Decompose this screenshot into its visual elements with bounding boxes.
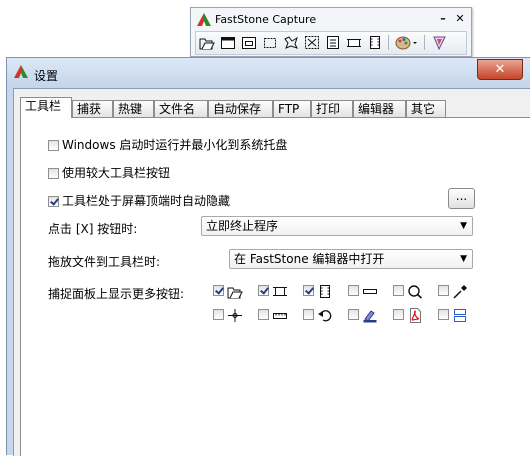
dialog-close-button[interactable]: ✕ bbox=[477, 59, 523, 80]
undo-arrow-icon bbox=[318, 310, 332, 322]
chevron-down-icon: ▼ bbox=[460, 254, 467, 264]
capture-object-icon[interactable] bbox=[240, 34, 258, 51]
toolbar-settings-panel: Windows 启动时运行并最小化到系统托盘 使用较大工具栏按钮 工具栏处于屏幕… bbox=[20, 117, 530, 456]
crosshair-checkbox[interactable] bbox=[213, 309, 224, 320]
close-click-select[interactable]: 立即终止程序 ▼ bbox=[201, 216, 473, 236]
chevron-down-icon: ▼ bbox=[460, 221, 467, 231]
tab-toolbar[interactable]: 工具栏 bbox=[20, 97, 72, 118]
capture-tools bbox=[195, 31, 467, 55]
panel-button-ruler[interactable] bbox=[258, 308, 288, 324]
panel-button-film[interactable] bbox=[303, 284, 333, 300]
faststone-logo-icon bbox=[197, 13, 211, 29]
fixed-rectangle-checkbox[interactable] bbox=[348, 285, 359, 296]
image-editor-icon bbox=[363, 310, 377, 323]
magnifier-icon bbox=[408, 285, 423, 299]
toolbar-minimize-button[interactable]: – bbox=[435, 11, 451, 27]
crosshair-icon bbox=[228, 309, 242, 322]
pdf-icon bbox=[410, 308, 421, 323]
startup-checkbox[interactable] bbox=[48, 140, 59, 151]
close-click-label: 点击 [X] 按钮时: bbox=[48, 222, 138, 236]
larger-buttons-label: 使用较大工具栏按钮 bbox=[62, 166, 171, 180]
capture-region-icon bbox=[273, 287, 287, 296]
ruler-icon bbox=[273, 313, 287, 319]
toolbar-close-button[interactable]: ✕ bbox=[452, 11, 468, 27]
screen-recorder-icon[interactable] bbox=[366, 34, 384, 51]
tab-filename[interactable]: 文件名 bbox=[154, 100, 208, 117]
fixed-rectangle-icon bbox=[363, 289, 377, 294]
capture-region-icon[interactable] bbox=[261, 34, 279, 51]
capture-freehand-icon[interactable] bbox=[282, 34, 300, 51]
tab-hotkeys[interactable]: 热键 bbox=[113, 100, 154, 117]
open-checkbox[interactable] bbox=[213, 285, 224, 296]
output-palette-icon[interactable] bbox=[394, 34, 420, 51]
ruler-checkbox[interactable] bbox=[258, 309, 269, 320]
auto-hide-option[interactable]: 工具栏处于屏幕顶端时自动隐藏 bbox=[48, 192, 230, 209]
close-click-value: 立即终止程序 bbox=[206, 219, 279, 233]
open-icon[interactable] bbox=[198, 34, 216, 51]
dialog-title-bar[interactable]: 设置 ✕ bbox=[7, 58, 530, 88]
toolbar-title: FastStone Capture bbox=[215, 13, 317, 26]
panel-button-fixed-rectangle[interactable] bbox=[348, 284, 378, 300]
film-strip-icon bbox=[320, 285, 330, 298]
layout-checkbox[interactable] bbox=[438, 309, 449, 320]
more-buttons-label: 捕捉面板上显示更多按钮: bbox=[48, 287, 185, 301]
panel-button-open[interactable] bbox=[213, 284, 243, 300]
panel-button-magnifier[interactable] bbox=[393, 284, 423, 300]
drag-file-label: 拖放文件到工具栏时: bbox=[48, 255, 161, 269]
region-checkbox[interactable] bbox=[258, 285, 269, 296]
layout-icon bbox=[454, 309, 466, 322]
tab-capture[interactable]: 捕获 bbox=[72, 100, 113, 117]
capture-scrolling-icon[interactable] bbox=[324, 34, 342, 51]
drag-file-value: 在 FastStone 编辑器中打开 bbox=[234, 252, 385, 266]
panel-button-color-picker[interactable] bbox=[438, 284, 468, 300]
auto-hide-label: 工具栏处于屏幕顶端时自动隐藏 bbox=[62, 194, 231, 208]
tab-other[interactable]: 其它 bbox=[406, 100, 446, 117]
panel-button-region[interactable] bbox=[258, 284, 288, 300]
settings-dialog: 设置 ✕ 工具栏 捕获 热键 文件名 自动保存 FTP 打印 编辑器 其它 Wi… bbox=[6, 57, 530, 456]
color-picker-checkbox[interactable] bbox=[438, 285, 449, 296]
tab-editor[interactable]: 编辑器 bbox=[353, 100, 406, 117]
toolbar-separator bbox=[388, 35, 389, 50]
larger-buttons-option[interactable]: 使用较大工具栏按钮 bbox=[48, 164, 170, 181]
panel-button-crosshair[interactable] bbox=[213, 308, 243, 324]
startup-label: Windows 启动时运行并最小化到系统托盘 bbox=[62, 138, 288, 152]
pdf-checkbox[interactable] bbox=[393, 309, 404, 320]
faststone-logo-icon bbox=[14, 65, 28, 81]
magnifier-checkbox[interactable] bbox=[393, 285, 404, 296]
panel-button-image-editor[interactable] bbox=[348, 308, 378, 324]
capture-fixed-region-icon[interactable] bbox=[345, 34, 363, 51]
open-icon bbox=[227, 287, 243, 299]
auto-hide-checkbox[interactable] bbox=[48, 196, 59, 207]
image-editor-checkbox[interactable] bbox=[348, 309, 359, 320]
panel-button-pdf[interactable] bbox=[393, 308, 423, 324]
film-checkbox[interactable] bbox=[303, 285, 314, 296]
tab-autosave[interactable]: 自动保存 bbox=[208, 100, 273, 117]
dialog-title: 设置 bbox=[34, 69, 59, 83]
dialog-body: 工具栏 捕获 热键 文件名 自动保存 FTP 打印 编辑器 其它 Windows… bbox=[13, 88, 530, 456]
tab-print[interactable]: 打印 bbox=[311, 100, 353, 117]
toolbar-separator bbox=[424, 35, 425, 50]
settings-menu-icon[interactable] bbox=[430, 34, 448, 51]
capture-window-icon[interactable] bbox=[219, 34, 237, 51]
panel-button-undo[interactable] bbox=[303, 308, 333, 324]
color-picker-icon bbox=[453, 285, 467, 299]
tab-ftp[interactable]: FTP bbox=[273, 100, 311, 117]
faststone-toolbar-window: FastStone Capture – ✕ bbox=[190, 7, 472, 57]
toolbar-title-bar[interactable]: FastStone Capture – ✕ bbox=[195, 10, 467, 28]
panel-button-layout[interactable] bbox=[438, 308, 468, 324]
capture-fullscreen-icon[interactable] bbox=[303, 34, 321, 51]
drag-file-select[interactable]: 在 FastStone 编辑器中打开 ▼ bbox=[229, 249, 473, 269]
larger-buttons-checkbox[interactable] bbox=[48, 168, 59, 179]
auto-hide-options-button[interactable]: ... bbox=[448, 188, 475, 209]
undo-checkbox[interactable] bbox=[303, 309, 314, 320]
startup-option[interactable]: Windows 启动时运行并最小化到系统托盘 bbox=[48, 136, 287, 153]
